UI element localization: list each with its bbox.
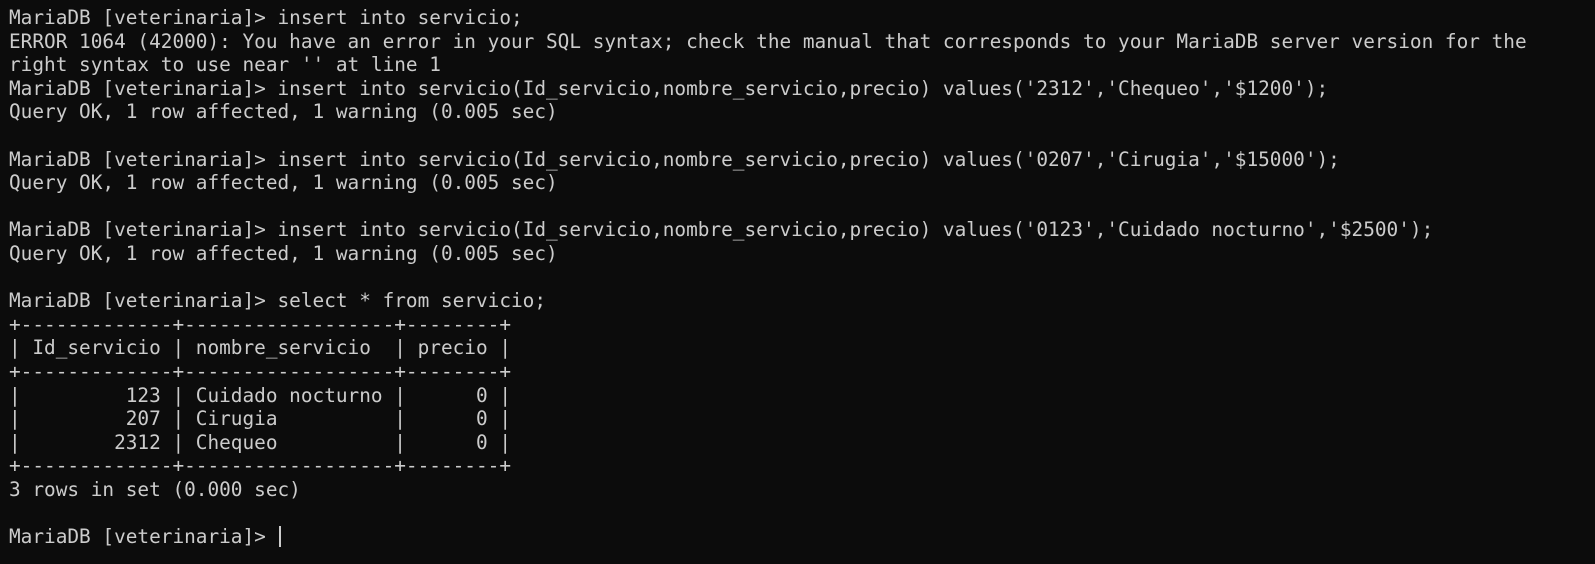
command-line: MariaDB [veterinaria]> insert into servi… bbox=[9, 218, 1434, 242]
prompt-line[interactable]: MariaDB [veterinaria]> bbox=[9, 525, 1595, 549]
query-result: Query OK, 1 row affected, 1 warning (0.0… bbox=[9, 241, 558, 265]
table-row: | 2312 | Chequeo | 0 | bbox=[9, 430, 511, 454]
prompt-text: MariaDB [veterinaria]> bbox=[9, 525, 278, 549]
error-message: ERROR 1064 (42000): You have an error in… bbox=[9, 29, 1539, 77]
query-result: Query OK, 1 row affected, 1 warning (0.0… bbox=[9, 171, 558, 195]
query-result: Query OK, 1 row affected, 1 warning (0.0… bbox=[9, 100, 558, 124]
table-row: | 123 | Cuidado nocturno | 0 | bbox=[9, 383, 511, 407]
table-border: +-------------+------------------+------… bbox=[9, 312, 511, 336]
command-line: MariaDB [veterinaria]> insert into servi… bbox=[9, 6, 523, 29]
rows-in-set-message: 3 rows in set (0.000 sec) bbox=[9, 477, 301, 501]
text-cursor bbox=[278, 526, 281, 548]
table-border: +-------------+------------------+------… bbox=[9, 359, 511, 383]
command-line: MariaDB [veterinaria]> insert into servi… bbox=[9, 76, 1329, 100]
command-line: MariaDB [veterinaria]> insert into servi… bbox=[9, 147, 1340, 171]
table-header-row: | Id_servicio | nombre_servicio | precio… bbox=[9, 336, 511, 360]
command-line: MariaDB [veterinaria]> select * from ser… bbox=[9, 289, 547, 313]
table-border: +-------------+------------------+------… bbox=[9, 454, 511, 478]
table-row: | 207 | Cirugia | 0 | bbox=[9, 407, 511, 431]
terminal-window[interactable]: MariaDB [veterinaria]> insert into servi… bbox=[0, 0, 1595, 564]
